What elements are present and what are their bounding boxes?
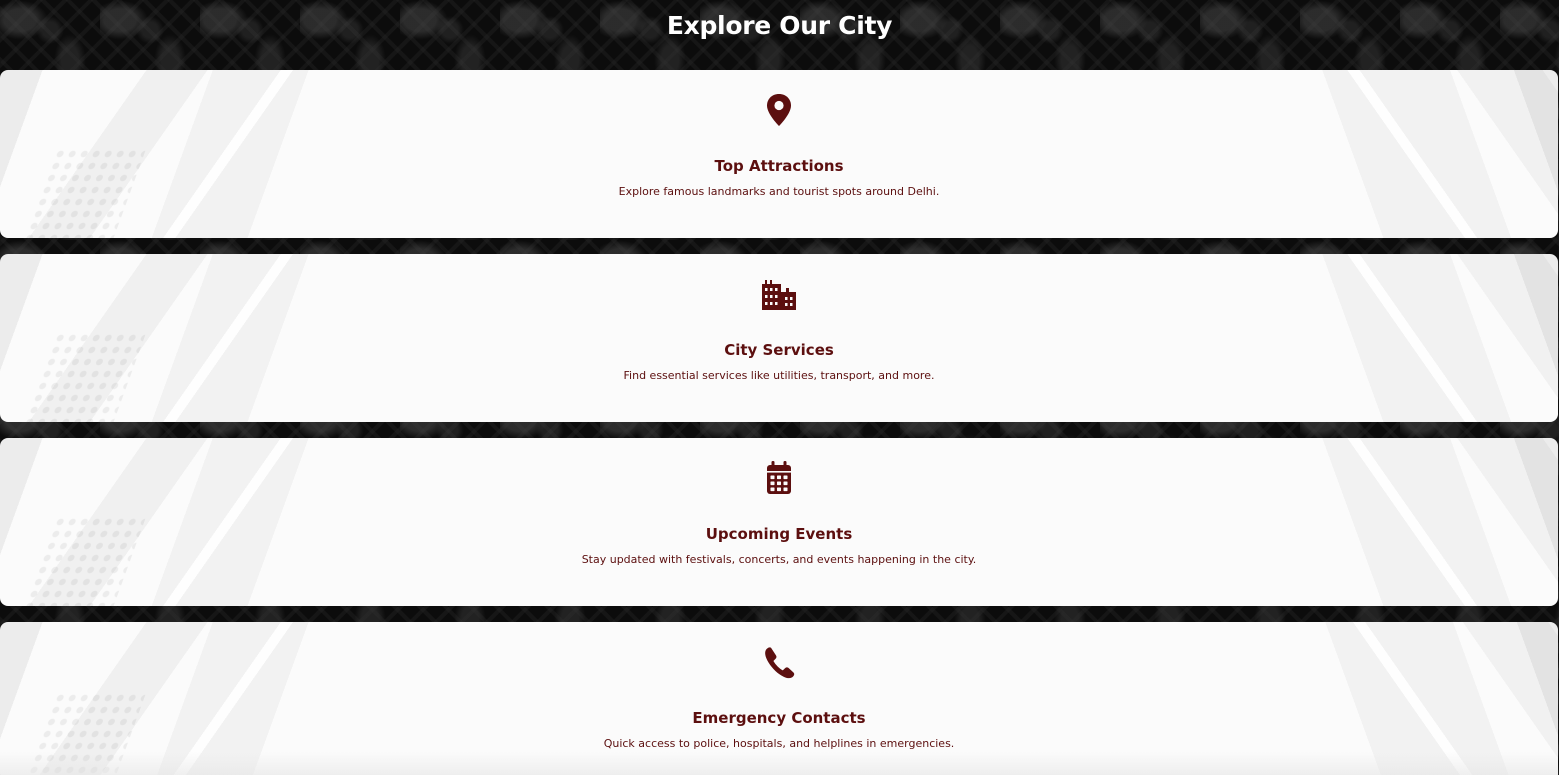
page-title: Explore Our City xyxy=(666,11,893,40)
card-emergency-contacts[interactable]: Emergency Contacts Quick access to polic… xyxy=(0,622,1558,775)
card-title: Upcoming Events xyxy=(705,525,853,543)
card-top-attractions[interactable]: Top Attractions Explore famous landmarks… xyxy=(0,70,1558,238)
card-title: Top Attractions xyxy=(714,157,844,175)
phone-icon xyxy=(759,642,799,682)
bottom-fade xyxy=(0,752,1558,775)
map-pin-icon xyxy=(759,90,799,130)
calendar-icon xyxy=(759,458,799,498)
card-description: Stay updated with festivals, concerts, a… xyxy=(581,553,977,566)
card-title: Emergency Contacts xyxy=(692,709,866,727)
card-upcoming-events[interactable]: Upcoming Events Stay updated with festiv… xyxy=(0,438,1558,606)
card-description: Find essential services like utilities, … xyxy=(623,369,935,382)
card-title: City Services xyxy=(724,341,834,359)
card-description: Quick access to police, hospitals, and h… xyxy=(603,737,955,750)
card-city-services[interactable]: City Services Find essential services li… xyxy=(0,254,1558,422)
city-building-icon xyxy=(759,274,799,314)
card-description: Explore famous landmarks and tourist spo… xyxy=(618,185,940,198)
